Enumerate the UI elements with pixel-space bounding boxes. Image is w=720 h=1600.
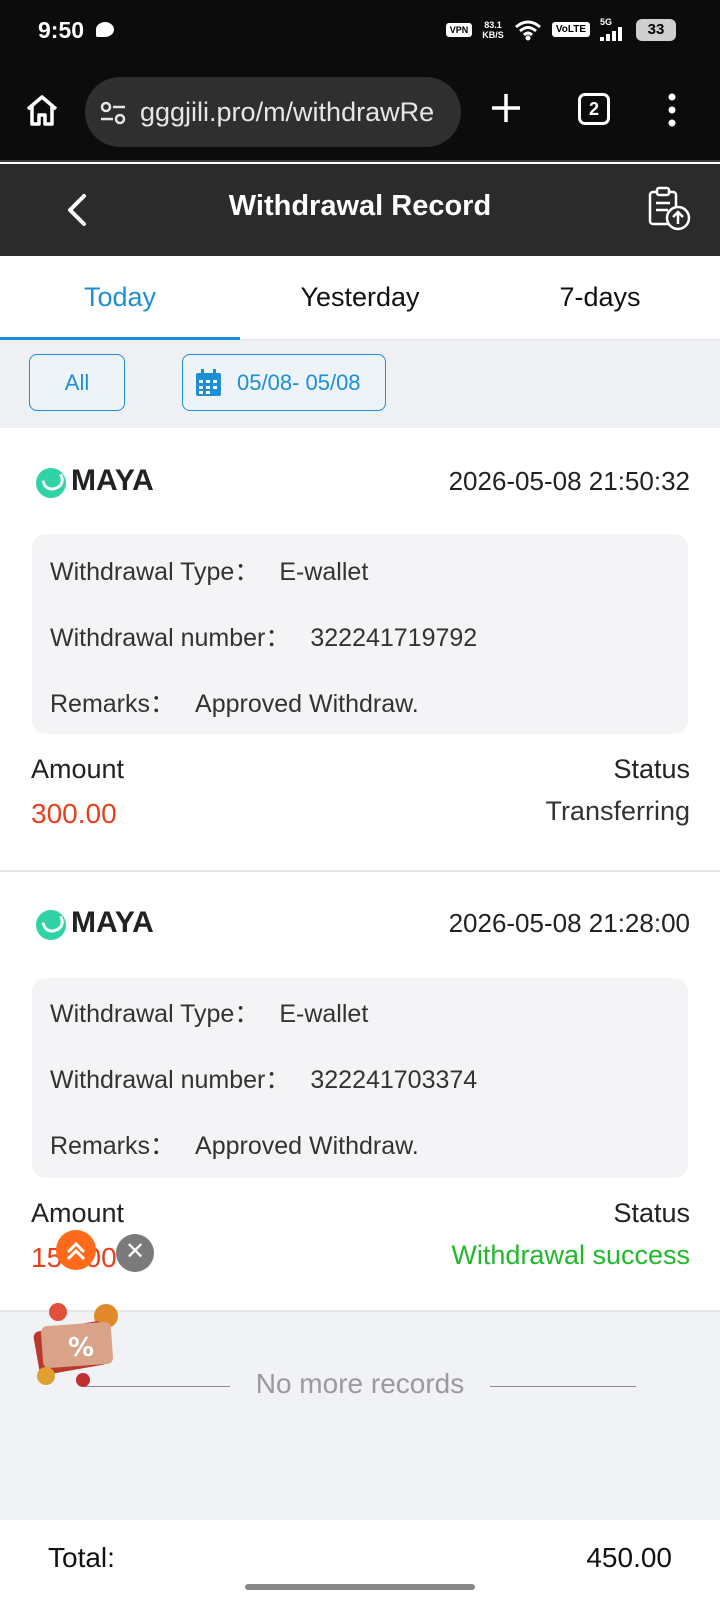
battery-icon: 33 bbox=[636, 18, 676, 41]
withdrawal-number-value: 322241703374 bbox=[310, 1066, 478, 1094]
vpn-icon: VPN bbox=[445, 22, 473, 37]
amount-label: Amount bbox=[31, 754, 125, 784]
signal-icon: 5G bbox=[600, 18, 626, 41]
date-range-text: 05/08- 05/08 bbox=[237, 370, 361, 395]
status-bar: 9:50 VPN 83.1 KB/S VoLTE 5G 33 bbox=[0, 0, 720, 64]
remarks-label: Remarks： bbox=[50, 690, 176, 718]
status-label: Status bbox=[613, 754, 690, 784]
more-options-icon[interactable] bbox=[667, 92, 677, 128]
double-chevron-up-icon bbox=[66, 1241, 86, 1261]
address-bar[interactable]: gggjili.pro/m/withdrawRe bbox=[85, 77, 461, 147]
amount-value: 300.00 bbox=[31, 798, 117, 829]
withdrawal-record: MAYA 2026-05-08 21:28:00 Withdrawal Type… bbox=[0, 872, 720, 1312]
calendar-icon bbox=[196, 369, 221, 396]
withdrawal-type-value: E-wallet bbox=[279, 558, 369, 586]
remarks-value: Approved Withdraw. bbox=[195, 1132, 419, 1160]
tab-7-days[interactable]: 7-days bbox=[480, 256, 720, 339]
network-speed: 83.1 KB/S bbox=[482, 20, 504, 40]
withdrawal-number-row: Withdrawal number： 322241703374 bbox=[50, 1060, 477, 1096]
wifi-icon bbox=[514, 20, 541, 40]
record-datetime: 2026-05-08 21:50:32 bbox=[448, 466, 690, 496]
withdrawal-record: MAYA 2026-05-08 21:50:32 Withdrawal Type… bbox=[0, 428, 720, 872]
withdrawal-number-value: 322241719792 bbox=[310, 624, 478, 652]
maya-logo-icon bbox=[36, 910, 66, 940]
withdrawal-type-label: Withdrawal Type： bbox=[50, 558, 260, 586]
remarks-label: Remarks： bbox=[50, 1132, 176, 1160]
browser-toolbar: gggjili.pro/m/withdrawRe 2 bbox=[0, 64, 720, 162]
network-speed-unit: KB/S bbox=[482, 29, 504, 40]
filter-row: All 05/08- 05/08 bbox=[0, 340, 720, 428]
maya-logo-icon bbox=[36, 468, 66, 498]
tab-switcher-button[interactable]: 2 bbox=[578, 93, 610, 125]
remarks-value: Approved Withdraw. bbox=[195, 690, 419, 718]
record-datetime: 2026-05-08 21:28:00 bbox=[448, 908, 690, 938]
home-icon[interactable] bbox=[24, 92, 60, 128]
home-indicator[interactable] bbox=[245, 1584, 475, 1590]
withdrawal-number-label: Withdrawal number： bbox=[50, 1066, 291, 1094]
withdrawal-type-row: Withdrawal Type： E-wallet bbox=[50, 552, 368, 588]
withdrawal-number-label: Withdrawal number： bbox=[50, 624, 291, 652]
scroll-top-button[interactable] bbox=[56, 1230, 96, 1270]
volte-icon: VoLTE bbox=[551, 22, 590, 37]
divider-right bbox=[490, 1386, 636, 1387]
withdrawal-type-value: E-wallet bbox=[279, 1000, 369, 1028]
payment-method: MAYA bbox=[71, 464, 154, 497]
status-value: Withdrawal success bbox=[451, 1240, 690, 1270]
record-details: Withdrawal Type： E-wallet Withdrawal numb… bbox=[32, 978, 688, 1178]
withdrawal-type-row: Withdrawal Type： E-wallet bbox=[50, 994, 368, 1030]
page-title: Withdrawal Record bbox=[228, 190, 492, 222]
all-filter-button[interactable]: All bbox=[29, 354, 125, 411]
clipboard-upload-icon[interactable] bbox=[646, 186, 692, 232]
app-header: Withdrawal Record bbox=[0, 164, 720, 256]
status-value: Transferring bbox=[545, 796, 690, 826]
close-icon[interactable]: ✕ bbox=[116, 1234, 154, 1272]
amount-label: Amount bbox=[31, 1198, 125, 1228]
back-arrow-icon[interactable] bbox=[60, 192, 96, 228]
total-value: 450.00 bbox=[586, 1542, 672, 1573]
record-details: Withdrawal Type： E-wallet Withdrawal numb… bbox=[32, 534, 688, 734]
remarks-row: Remarks： Approved Withdraw. bbox=[50, 684, 419, 720]
promo-gift-icon[interactable]: % bbox=[28, 1298, 128, 1390]
new-tab-icon[interactable] bbox=[490, 92, 522, 124]
status-time: 9:50 bbox=[38, 17, 85, 43]
payment-method: MAYA bbox=[71, 906, 154, 939]
remarks-row: Remarks： Approved Withdraw. bbox=[50, 1126, 419, 1162]
withdrawal-number-row: Withdrawal number： 322241719792 bbox=[50, 618, 477, 654]
total-footer: Total: 450.00 bbox=[0, 1520, 720, 1600]
tab-yesterday[interactable]: Yesterday bbox=[240, 256, 480, 339]
network-type: 5G bbox=[600, 17, 613, 27]
date-tabs: Today Yesterday 7-days bbox=[0, 256, 720, 340]
total-label: Total: bbox=[48, 1542, 115, 1573]
withdrawal-type-label: Withdrawal Type： bbox=[50, 1000, 260, 1028]
site-settings-icon[interactable] bbox=[99, 99, 127, 127]
svg-text:%: % bbox=[68, 1333, 94, 1363]
url-text[interactable]: gggjili.pro/m/withdrawRe bbox=[140, 97, 434, 128]
chat-notification-icon bbox=[96, 22, 114, 37]
date-range-button[interactable]: 05/08- 05/08 bbox=[182, 354, 386, 411]
network-speed-value: 83.1 bbox=[484, 19, 502, 30]
tab-today[interactable]: Today bbox=[0, 256, 240, 340]
status-label: Status bbox=[613, 1198, 690, 1228]
status-icons: VPN 83.1 KB/S VoLTE 5G 33 bbox=[445, 18, 676, 41]
